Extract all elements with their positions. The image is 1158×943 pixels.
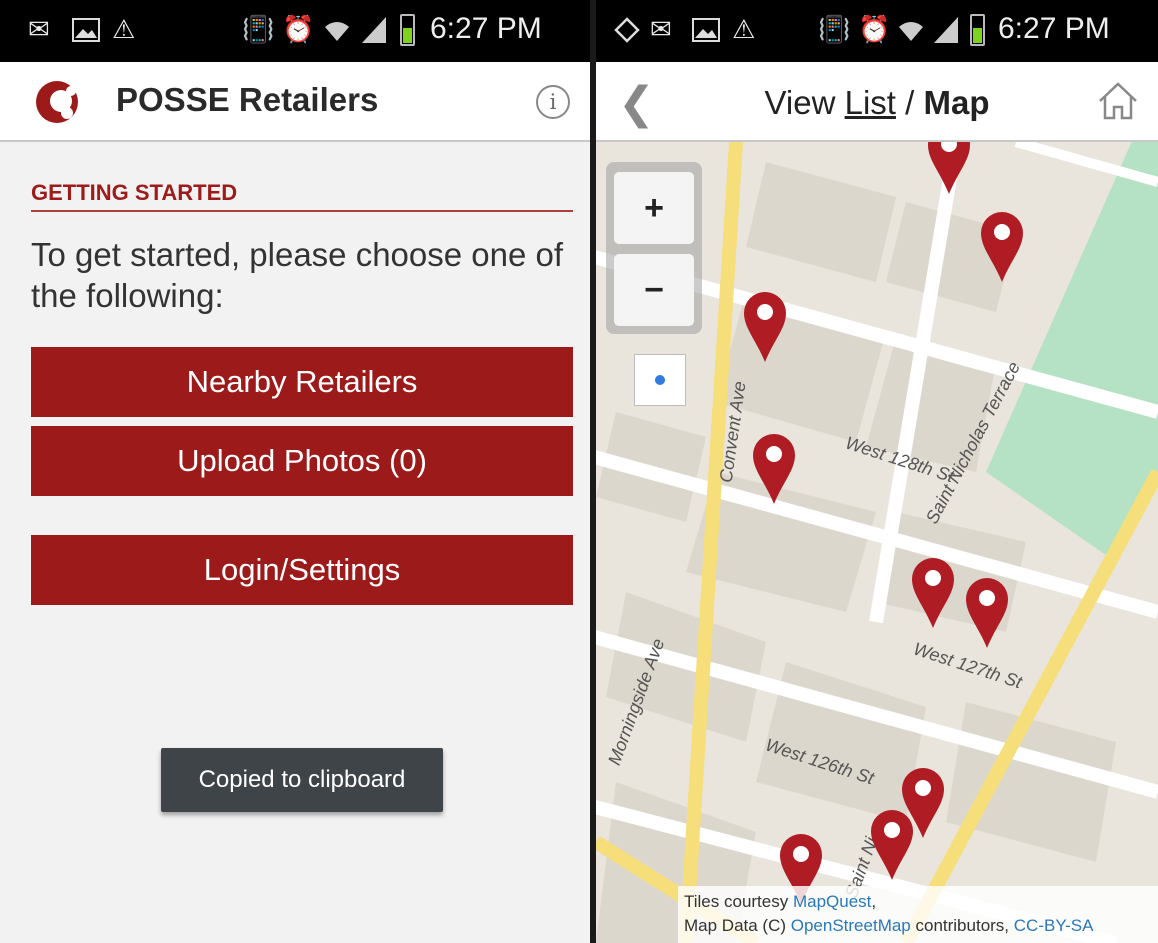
- signal-icon: [360, 13, 388, 47]
- view-title: View List / Map: [596, 84, 1158, 122]
- wifi-icon: [322, 13, 352, 47]
- my-location-button[interactable]: [634, 354, 686, 406]
- image-icon: [692, 13, 720, 47]
- alarm-icon: ⏰: [858, 15, 891, 45]
- map-pin-icon[interactable]: [910, 556, 956, 630]
- status-bar: ✉ ⚠ 📳 ⏰ 6:27 PM: [0, 0, 590, 62]
- clock: 6:27 PM: [998, 12, 1110, 45]
- map-pin-icon[interactable]: [742, 290, 788, 364]
- clock: 6:27 PM: [430, 12, 542, 45]
- battery-icon: [970, 14, 985, 46]
- attribution-text: contributors,: [910, 916, 1014, 935]
- mapquest-link[interactable]: MapQuest: [793, 892, 871, 911]
- alarm-icon: ⏰: [282, 15, 315, 45]
- map-pin-icon[interactable]: [979, 210, 1025, 284]
- upload-photos-button[interactable]: Upload Photos (0): [31, 426, 573, 496]
- section-heading: GETTING STARTED: [31, 180, 573, 212]
- list-link[interactable]: List: [845, 84, 896, 121]
- toast-message: Copied to clipboard: [161, 748, 443, 812]
- app-title: POSSE Retailers: [116, 81, 379, 118]
- zoom-out-button[interactable]: −: [614, 254, 694, 326]
- warning-icon: ⚠: [112, 15, 136, 45]
- zoom-control: + −: [606, 162, 702, 334]
- map-attribution: Tiles courtesy MapQuest, Map Data (C) Op…: [678, 886, 1158, 943]
- map-pin-icon[interactable]: [926, 142, 972, 196]
- mail-icon: ✉: [28, 15, 50, 45]
- nearby-retailers-button[interactable]: Nearby Retailers: [31, 347, 573, 417]
- wifi-icon: [896, 13, 926, 47]
- posse-logo-icon: [36, 81, 78, 123]
- location-dot-icon: [655, 375, 665, 385]
- status-bar: ✉ ⚠ 📳 ⏰ 6:27 PM: [596, 0, 1158, 62]
- map-pin-icon[interactable]: [869, 808, 915, 882]
- signal-icon: [932, 13, 960, 47]
- map-pin-icon[interactable]: [751, 432, 797, 506]
- title-separator: /: [895, 84, 924, 121]
- map-link[interactable]: Map: [923, 84, 989, 121]
- nav-bar: ❮ View List / Map: [596, 62, 1158, 142]
- vibrate-icon: 📳: [242, 15, 275, 45]
- home-icon[interactable]: [1096, 79, 1140, 123]
- openstreetmap-link[interactable]: OpenStreetMap: [791, 916, 911, 935]
- map-view[interactable]: Convent Ave West 128th St Saint Nicholas…: [596, 142, 1158, 943]
- zoom-in-button[interactable]: +: [614, 172, 694, 244]
- map-pin-icon[interactable]: [964, 576, 1010, 650]
- attribution-text: ,: [871, 892, 877, 911]
- right-screen: ✉ ⚠ 📳 ⏰ 6:27 PM ❮ View List / Map Conven…: [596, 0, 1158, 943]
- intro-text: To get started, please choose one of the…: [31, 236, 564, 314]
- cc-by-sa-link[interactable]: CC-BY-SA: [1014, 916, 1094, 935]
- warning-icon: ⚠: [732, 15, 756, 45]
- info-icon[interactable]: i: [536, 85, 570, 119]
- app-bar: POSSE Retailers i: [0, 62, 590, 142]
- login-settings-button[interactable]: Login/Settings: [31, 535, 573, 605]
- battery-icon: [400, 14, 415, 46]
- image-icon: [72, 13, 100, 47]
- view-label: View: [764, 84, 836, 121]
- attribution-text: Map Data (C): [684, 916, 791, 935]
- attribution-text: Tiles courtesy: [684, 892, 793, 911]
- mail-icon: ✉: [650, 15, 672, 45]
- gps-icon: [614, 13, 640, 47]
- vibrate-icon: 📳: [818, 15, 851, 45]
- left-screen: ✉ ⚠ 📳 ⏰ 6:27 PM POSSE Retailers i GETTIN…: [0, 0, 590, 943]
